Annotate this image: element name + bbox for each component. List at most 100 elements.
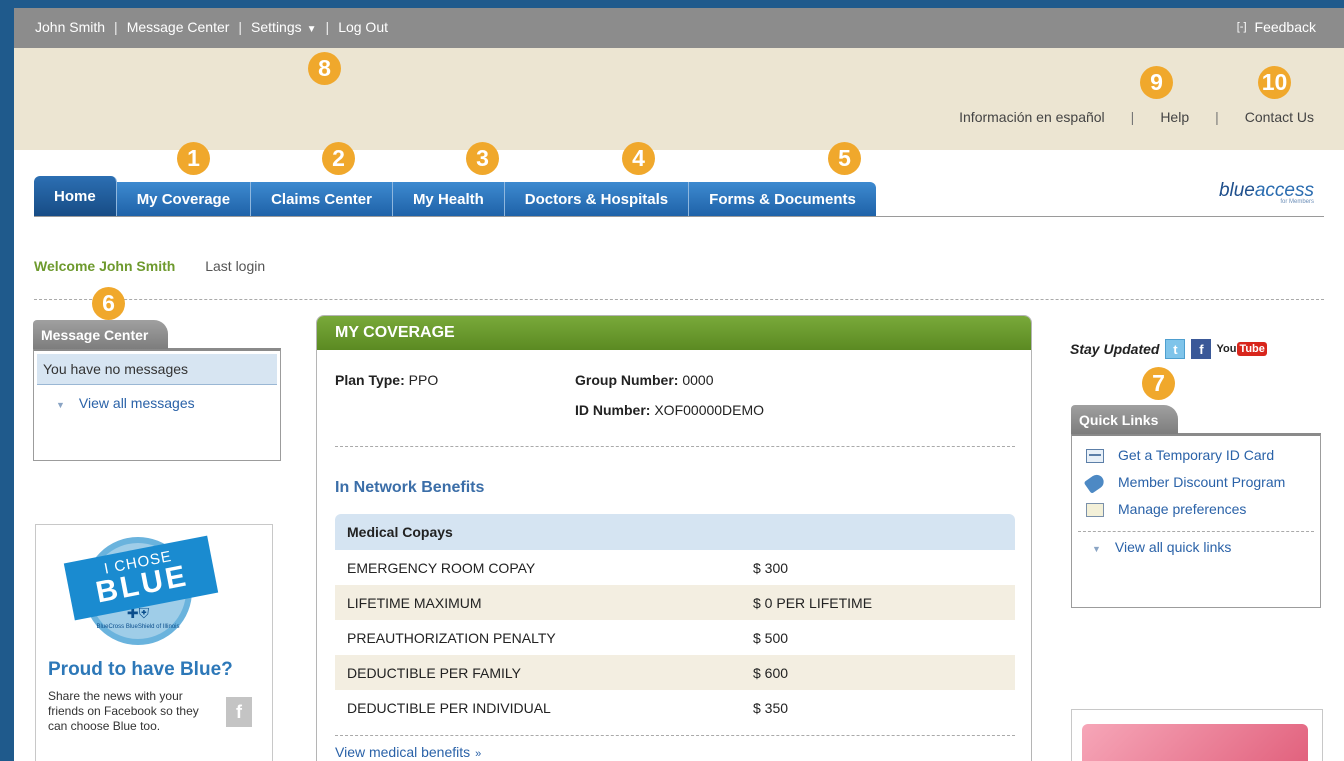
stay-updated-label: Stay Updated [1070, 341, 1160, 357]
spanish-link[interactable]: Información en español [959, 109, 1105, 125]
contact-us-link[interactable]: Contact Us [1245, 109, 1314, 125]
divider [34, 299, 1324, 300]
message-center-title: Message Center [33, 320, 169, 349]
callout-badge-4: 4 [622, 142, 655, 175]
tab-forms-documents[interactable]: Forms & Documents [689, 182, 876, 216]
id-number: ID Number: XOF00000DEMO [575, 402, 765, 418]
tab-my-coverage[interactable]: My Coverage [116, 182, 252, 216]
divider [335, 446, 1015, 447]
preferences-icon [1086, 503, 1104, 517]
plan-type-value: PPO [408, 372, 439, 388]
i-chose-blue-promo[interactable]: ✚⛨ BlueCross BlueShield of Illinois I CHO… [35, 524, 273, 761]
callout-badge-1: 1 [177, 142, 210, 175]
benefit-label: EMERGENCY ROOM COPAY [347, 559, 536, 576]
promo-banner[interactable] [1071, 709, 1323, 761]
feedback-icon: [-] [1236, 21, 1247, 33]
benefit-value: $ 0 PER LIFETIME [741, 585, 1015, 620]
logout-link[interactable]: Log Out [338, 19, 388, 35]
tab-my-health[interactable]: My Health [392, 182, 505, 216]
benefit-label: LIFETIME MAXIMUM [335, 585, 741, 620]
benefit-value: $ 350 [753, 699, 789, 716]
benefit-value: $ 600 [741, 655, 1015, 690]
quick-link-manage-preferences[interactable]: Manage preferences [1072, 496, 1320, 523]
table-row: DEDUCTIBLE PER FAMILY $ 600 [335, 655, 1015, 690]
facebook-share-icon[interactable]: f [226, 697, 252, 727]
view-all-messages-label: View all messages [78, 395, 195, 411]
logo-word-b: access [1254, 180, 1314, 201]
main-nav: Home My Coverage Claims Center My Health… [34, 173, 876, 216]
quick-link-member-discount[interactable]: Member Discount Program [1072, 469, 1320, 496]
callout-badge-6: 6 [92, 287, 125, 320]
benefit-label: PREAUTHORIZATION PENALTY [347, 629, 556, 646]
message-center-panel: Message Center You have no messages ▼ Vie… [33, 320, 281, 461]
table-row: EMERGENCY ROOM COPAY $ 300 [335, 550, 1015, 585]
user-name-link[interactable]: John Smith [35, 19, 105, 35]
quick-links-title: Quick Links [1071, 405, 1179, 434]
caret-down-icon: ▼ [306, 24, 317, 35]
triangle-down-icon: ▼ [56, 400, 65, 410]
no-messages-text: You have no messages [37, 354, 277, 385]
quick-link-label: Member Discount Program [1118, 474, 1286, 490]
callout-badge-3: 3 [466, 142, 499, 175]
tab-home[interactable]: Home [34, 176, 117, 216]
table-row: DEDUCTIBLE PER INDIVIDUAL $ 350 [335, 690, 1015, 725]
benefit-label: DEDUCTIBLE PER FAMILY [335, 655, 741, 690]
benefit-label: DEDUCTIBLE PER INDIVIDUAL [347, 699, 551, 716]
id-number-value: XOF00000DEMO [654, 402, 765, 418]
welcome-greeting: Welcome John Smith [34, 258, 176, 274]
table-header: Medical Copays [335, 514, 1015, 550]
callout-badge-9: 9 [1140, 66, 1173, 99]
facebook-icon[interactable]: f [1191, 339, 1212, 359]
table-row: PREAUTHORIZATION PENALTY $ 500 [335, 620, 1015, 655]
callout-badge-7: 7 [1142, 367, 1175, 400]
plan-type: Plan Type: PPO [335, 372, 439, 388]
divider [335, 735, 1015, 736]
callout-badge-10: 10 [1258, 66, 1291, 99]
last-login: Last login [205, 258, 266, 274]
separator: | [1130, 109, 1135, 125]
benefit-value: $ 300 [753, 559, 789, 576]
group-number-value: 0000 [682, 372, 714, 388]
promo-title: Proud to have Blue? [48, 659, 233, 680]
welcome-line: Welcome John Smith Last login [34, 258, 265, 274]
benefit-value: $ 500 [753, 629, 789, 646]
callout-badge-5: 5 [828, 142, 861, 175]
message-center-link[interactable]: Message Center [127, 19, 230, 35]
discount-tag-icon [1083, 472, 1107, 494]
feedback-label: Feedback [1254, 19, 1316, 35]
separator: | [114, 19, 118, 35]
help-link[interactable]: Help [1160, 109, 1189, 125]
view-medical-benefits-link[interactable]: View medical benefits » [335, 744, 481, 760]
logo-word-a: blue [1218, 180, 1255, 201]
quick-link-label: Manage preferences [1118, 501, 1247, 517]
group-number: Group Number: 0000 [575, 372, 714, 388]
twitter-icon[interactable]: t [1165, 339, 1186, 359]
view-all-quick-links-link[interactable]: ▼ View all quick links [1092, 539, 1320, 555]
triangle-down-icon: ▼ [1092, 544, 1101, 554]
promo-body: Share the news with your friends on Face… [48, 689, 199, 733]
medical-copays-table: Medical Copays EMERGENCY ROOM COPAY $ 300… [335, 514, 1015, 725]
blueaccess-logo: blueaccess for Members [1219, 180, 1314, 205]
my-coverage-panel: MY COVERAGE Plan Type: PPO Group Number:… [316, 315, 1032, 761]
divider [1078, 531, 1314, 532]
separator: | [325, 19, 330, 35]
quick-link-temporary-id-card[interactable]: Get a Temporary ID Card [1072, 442, 1320, 469]
callout-badge-8: 8 [308, 52, 341, 85]
table-row: LIFETIME MAXIMUM $ 0 PER LIFETIME [335, 585, 1015, 620]
quick-link-label: Get a Temporary ID Card [1118, 447, 1275, 463]
view-all-messages-link[interactable]: ▼ View all messages [56, 395, 280, 411]
youtube-icon[interactable]: You Tube [1216, 342, 1267, 356]
top-bar: John Smith | Message Center | Settings ▼ … [14, 8, 1344, 48]
view-medical-benefits-label: View medical benefits [335, 744, 471, 760]
callout-badge-2: 2 [322, 142, 355, 175]
settings-menu[interactable]: Settings ▼ [251, 19, 317, 35]
feedback-link[interactable]: [-] Feedback [1237, 19, 1316, 35]
utility-band: Información en español | Help | Contact … [14, 48, 1344, 150]
tab-doctors-hospitals[interactable]: Doctors & Hospitals [504, 182, 690, 216]
separator: | [1215, 109, 1219, 125]
tab-claims-center[interactable]: Claims Center [251, 182, 393, 216]
page: John Smith | Message Center | Settings ▼ … [14, 8, 1344, 761]
settings-label: Settings [251, 19, 302, 35]
quick-links-panel: Quick Links Get a Temporary ID Card Memb… [1071, 405, 1321, 608]
id-card-icon [1086, 449, 1104, 463]
